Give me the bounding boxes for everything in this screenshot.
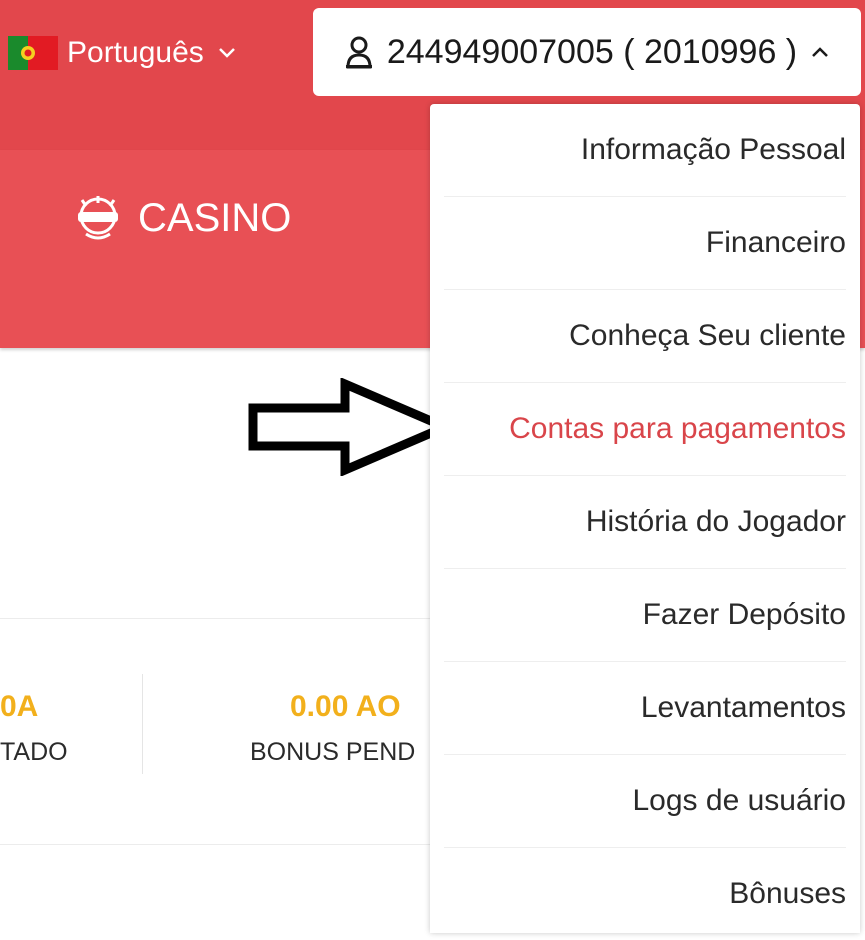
menu-item-financeiro[interactable]: Financeiro	[444, 197, 846, 290]
stat-separator	[142, 674, 143, 774]
stat-amount: 0A	[0, 690, 39, 723]
chevron-up-icon	[812, 47, 829, 57]
stat-label: TADO	[0, 738, 68, 766]
portugal-flag-icon	[8, 36, 58, 70]
menu-item-fazer-deposito[interactable]: Fazer Depósito	[444, 569, 846, 662]
menu-item-levantamentos[interactable]: Levantamentos	[444, 662, 846, 755]
pointer-arrow-icon	[248, 378, 455, 476]
casino-label: CASINO	[138, 195, 292, 240]
account-id-label: 244949007005 ( 2010996 )	[386, 32, 798, 71]
language-label: Português	[67, 36, 204, 69]
nav-item-casino[interactable]: CASINO	[70, 188, 291, 248]
menu-item-historia-do-jogador[interactable]: História do Jogador	[444, 476, 846, 569]
account-menu-button[interactable]: 244949007005 ( 2010996 )	[313, 8, 861, 96]
menu-item-bonuses[interactable]: Bônuses	[444, 848, 846, 940]
casino-chip-icon	[78, 196, 118, 240]
user-icon	[345, 36, 372, 69]
account-dropdown-menu: Informação Pessoal Financeiro Conheça Se…	[430, 104, 860, 933]
menu-item-contas-para-pagamentos[interactable]: Contas para pagamentos	[444, 383, 846, 476]
language-selector[interactable]: Português	[8, 30, 237, 76]
divider	[0, 618, 440, 619]
bonus-pending-label: BONUS PEND	[250, 738, 416, 766]
menu-item-informacao-pessoal[interactable]: Informação Pessoal	[444, 104, 846, 197]
divider	[0, 844, 440, 845]
menu-item-logs-de-usuario[interactable]: Logs de usuário	[444, 755, 846, 848]
menu-item-conheca-seu-cliente[interactable]: Conheça Seu cliente	[444, 290, 846, 383]
chevron-down-icon	[218, 48, 235, 58]
bonus-pending-amount: 0.00 AO	[290, 690, 401, 723]
